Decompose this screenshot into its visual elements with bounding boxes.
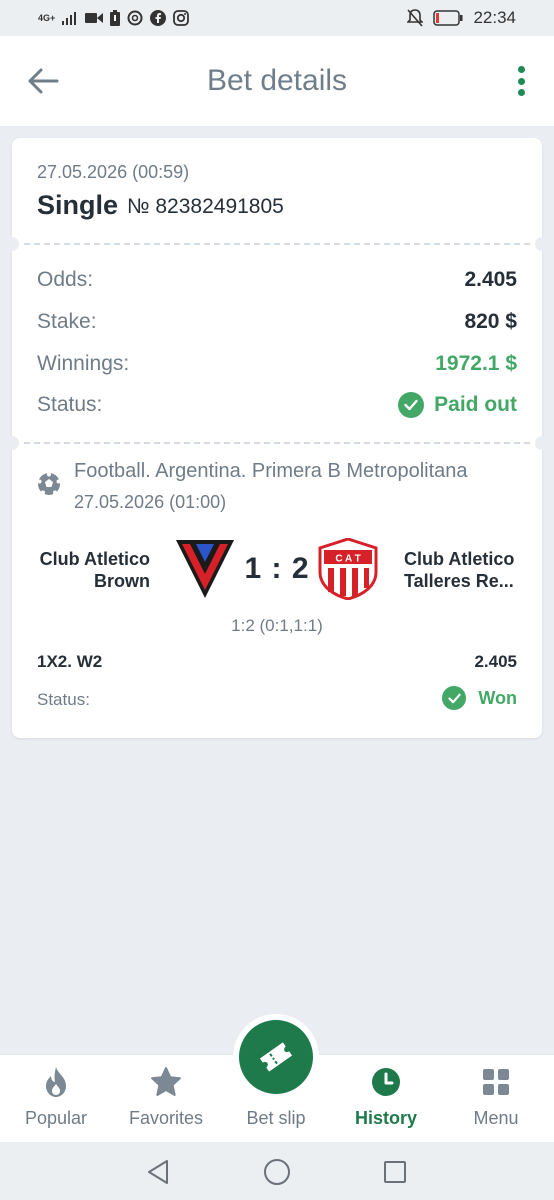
market-name: 1X2. W2: [37, 652, 103, 671]
odds-label: Odds:: [37, 268, 94, 291]
nav-label-bet-slip: Bet slip: [246, 1108, 306, 1128]
bet-type: Single: [37, 190, 119, 220]
clock: 22:34: [473, 8, 516, 27]
event-datetime: 27.05.2026 (01:00): [74, 492, 227, 512]
signal-icon: [62, 12, 77, 25]
nav-item-popular[interactable]: Popular: [1, 1055, 111, 1143]
threads-icon: [127, 10, 143, 26]
home-team-name[interactable]: Club Atletico Brown: [26, 548, 150, 592]
divider: [24, 243, 530, 245]
home-team-logo: [176, 540, 234, 598]
nav-label-menu: Menu: [473, 1108, 519, 1128]
top-app-bar: Bet details: [0, 36, 554, 126]
status-bar-left: 4G+: [38, 10, 190, 26]
ticket-notch: [535, 237, 549, 251]
grid-icon: [480, 1066, 512, 1098]
ticket-notch: [5, 237, 19, 251]
away-team-badge-text: C A T: [335, 554, 360, 565]
notifications-off-icon: [407, 9, 424, 27]
network-indicator: 4G+: [38, 12, 56, 23]
football-icon: [37, 472, 61, 495]
back-button[interactable]: [26, 64, 60, 98]
triangle-back-icon: [148, 1160, 168, 1184]
nav-label-favorites: Favorites: [128, 1108, 204, 1128]
more-options-button[interactable]: [516, 66, 526, 96]
ticket-notch: [535, 436, 549, 450]
system-navigation-bar: [0, 1142, 554, 1200]
nav-item-history[interactable]: History: [331, 1055, 441, 1143]
event-status-badge: Won: [442, 686, 517, 710]
bet-datetime: 27.05.2026 (00:59): [37, 162, 190, 182]
circle-home-icon: [264, 1159, 290, 1185]
clock-icon: [370, 1066, 402, 1098]
stake-row: Stake: 820 $: [37, 310, 517, 334]
square-recents-icon: [384, 1161, 406, 1183]
battery-icon: [433, 10, 463, 26]
instagram-icon: [173, 10, 190, 26]
divider: [24, 442, 530, 444]
status-bar: 4G+ 22:34: [0, 0, 554, 36]
battery-saver-icon: [110, 10, 121, 26]
bet-number: № 82382491805: [127, 195, 284, 218]
check-circle-icon: [398, 392, 425, 418]
arrow-left-icon: [28, 68, 59, 94]
system-recents-button[interactable]: [381, 1158, 409, 1186]
nav-label-popular: Popular: [24, 1108, 88, 1128]
system-back-button[interactable]: [144, 1158, 172, 1186]
league-name: Football. Argentina. Primera B Metropoli…: [74, 460, 468, 482]
bet-details-card: 27.05.2026 (00:59) Single № 82382491805 …: [5, 138, 549, 738]
status-label: Status:: [37, 393, 103, 416]
fire-icon: [40, 1066, 72, 1098]
bet-slip-button[interactable]: [239, 1020, 313, 1094]
winnings-label: Winnings:: [37, 352, 130, 375]
winnings-value: 1972.1 $: [435, 352, 517, 375]
away-team-name[interactable]: Club Atletico Talleres Re...: [404, 548, 534, 592]
star-icon: [150, 1066, 182, 1098]
status-badge: Paid out: [398, 392, 517, 418]
stake-label: Stake:: [37, 310, 97, 333]
match-score: 1 : 2: [244, 552, 310, 585]
ticket-icon: [259, 1042, 293, 1072]
odds-value: 2.405: [464, 268, 517, 291]
system-home-button[interactable]: [263, 1158, 291, 1186]
page-title: Bet details: [206, 64, 348, 97]
event-status-label: Status:: [37, 690, 90, 709]
odds-row: Odds: 2.405: [37, 268, 517, 292]
ticket-notch: [5, 436, 19, 450]
status-row: Status: Paid out: [37, 392, 517, 418]
nav-item-favorites[interactable]: Favorites: [111, 1055, 221, 1143]
score-detail: 1:2 (0:1,1:1): [231, 616, 323, 635]
away-team-logo: C A T: [318, 538, 378, 600]
nav-label-history: History: [354, 1108, 417, 1128]
stake-value: 820 $: [464, 310, 517, 333]
nav-item-menu[interactable]: Menu: [441, 1055, 551, 1143]
video-icon: [85, 13, 104, 23]
status-bar-right: 22:34: [407, 8, 516, 28]
more-vertical-icon: [517, 66, 525, 73]
market-odds: 2.405: [474, 652, 517, 671]
check-circle-icon: [442, 686, 467, 710]
facebook-icon: [150, 10, 167, 26]
event-status-value: Won: [478, 687, 517, 708]
winnings-row: Winnings: 1972.1 $: [37, 352, 517, 376]
status-value: Paid out: [434, 393, 517, 416]
